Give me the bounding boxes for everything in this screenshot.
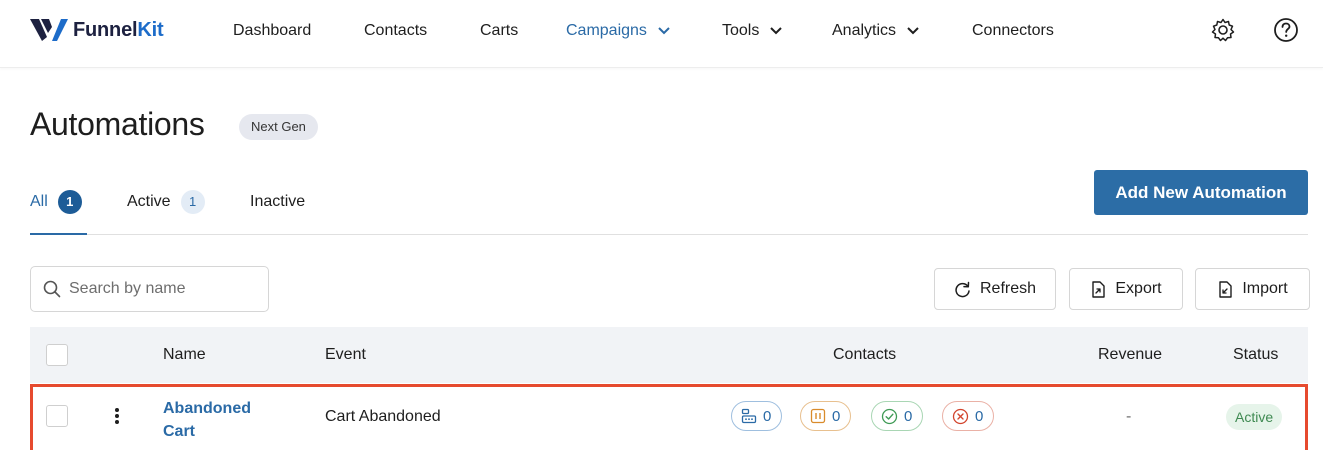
column-header-event: Event xyxy=(325,346,366,363)
settings-icon[interactable] xyxy=(1210,17,1236,43)
queue-icon xyxy=(741,408,757,424)
funnelkit-logo[interactable]: FunnelKit xyxy=(30,17,164,43)
export-button[interactable]: Export xyxy=(1069,268,1183,310)
contacts-completed-pill[interactable]: 0 xyxy=(871,401,924,431)
automation-event: Cart Abandoned xyxy=(325,408,441,425)
revenue-value: - xyxy=(1126,408,1132,425)
search-box[interactable] xyxy=(30,266,269,312)
x-circle-icon xyxy=(952,408,969,424)
tab-all[interactable]: All 1 xyxy=(30,182,87,235)
import-button[interactable]: Import xyxy=(1195,268,1310,310)
contacts-failed-pill[interactable]: 0 xyxy=(942,401,995,431)
column-header-status: Status xyxy=(1233,346,1279,363)
contacts-paused-pill[interactable]: 0 xyxy=(800,401,852,431)
page-title: Automations xyxy=(30,106,205,142)
tab-inactive[interactable]: Inactive xyxy=(250,182,305,235)
next-gen-badge: Next Gen xyxy=(239,114,318,140)
help-icon[interactable] xyxy=(1273,17,1299,43)
chevron-down-icon xyxy=(658,27,670,35)
nav-contacts[interactable]: Contacts xyxy=(364,22,427,40)
search-input[interactable] xyxy=(69,280,249,298)
refresh-button[interactable]: Refresh xyxy=(934,268,1056,310)
chevron-down-icon xyxy=(907,27,919,35)
tab-count-badge: 1 xyxy=(57,190,82,214)
automation-name-link[interactable]: Abandoned Cart xyxy=(163,397,273,443)
export-icon xyxy=(1092,280,1106,298)
add-new-automation-button[interactable]: Add New Automation xyxy=(1094,170,1308,215)
column-header-contacts: Contacts xyxy=(833,346,897,363)
nav-carts[interactable]: Carts xyxy=(480,22,518,40)
funnelkit-logo-icon xyxy=(30,19,68,41)
contacts-active-pill[interactable]: 0 xyxy=(731,401,783,431)
nav-connectors[interactable]: Connectors xyxy=(972,22,1054,40)
more-vertical-icon[interactable] xyxy=(110,405,124,427)
select-all-checkbox[interactable] xyxy=(46,344,68,366)
brand-name: FunnelKit xyxy=(73,18,164,41)
column-header-revenue: Revenue xyxy=(1098,346,1163,363)
nav-analytics[interactable]: Analytics xyxy=(832,22,919,40)
search-icon xyxy=(43,280,61,298)
pause-icon xyxy=(810,408,826,424)
nav-dashboard[interactable]: Dashboard xyxy=(233,22,311,40)
tab-count-badge: 1 xyxy=(180,190,205,214)
table-header: Name Event Contacts Revenue Status xyxy=(30,327,1308,383)
status-badge[interactable]: Active xyxy=(1226,404,1283,430)
nav-campaigns[interactable]: Campaigns xyxy=(566,22,670,40)
refresh-icon xyxy=(955,281,970,297)
nav-tools[interactable]: Tools xyxy=(722,22,783,40)
column-header-name[interactable]: Name xyxy=(163,346,206,364)
top-navigation: FunnelKit Dashboard Contacts Carts Campa… xyxy=(0,0,1323,68)
tab-active[interactable]: Active 1 xyxy=(127,182,205,235)
check-circle-icon xyxy=(881,408,898,424)
row-checkbox[interactable] xyxy=(46,405,68,427)
chevron-down-icon xyxy=(770,27,783,35)
import-icon xyxy=(1219,280,1233,298)
